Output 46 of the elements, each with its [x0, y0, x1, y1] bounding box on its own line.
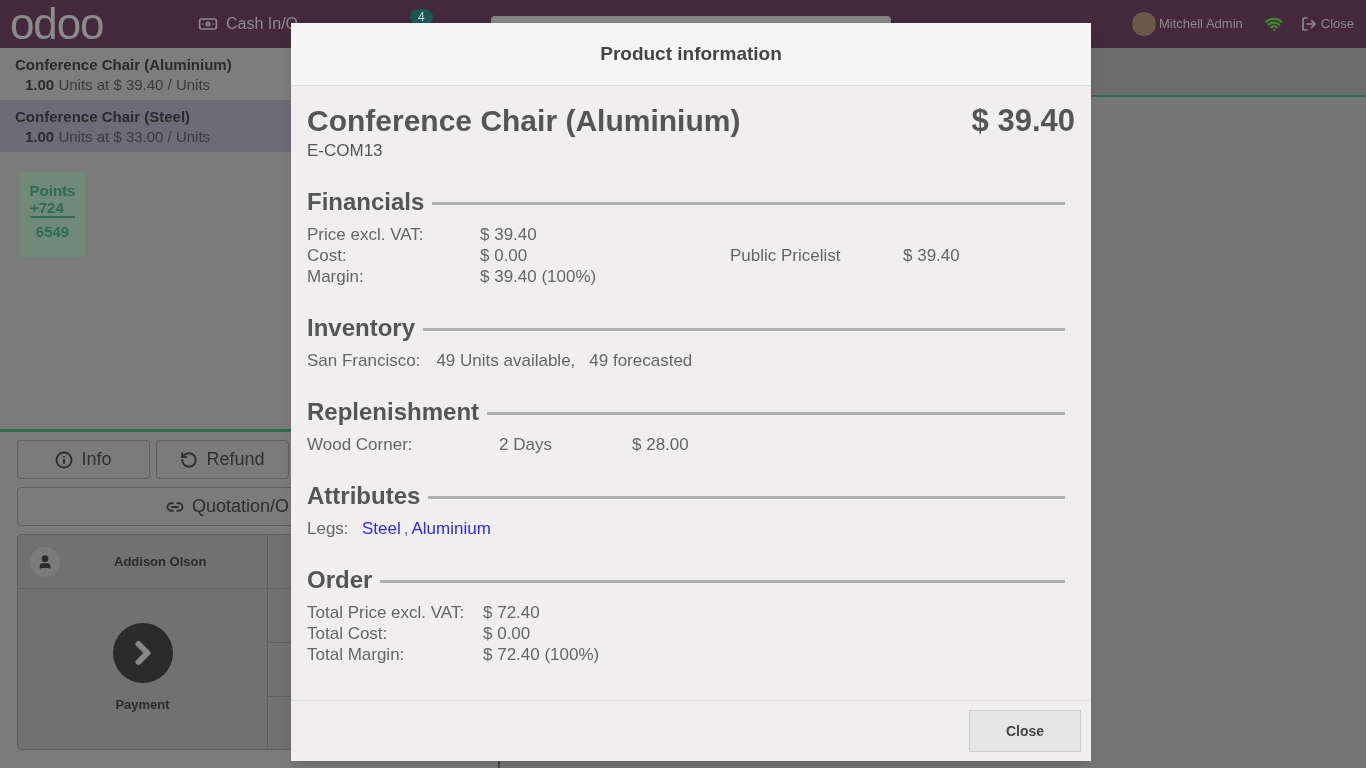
payment-button[interactable]: Payment	[18, 589, 267, 749]
order-line-detail: 1.00 Units at $ 39.40 / Units	[25, 75, 212, 95]
pricelist-name: Public Pricelist	[730, 245, 842, 267]
order-total-value: $ 72.40 (100%)	[483, 644, 601, 665]
close-button[interactable]: Close	[969, 710, 1081, 752]
pricelist-price: $ 39.40	[903, 245, 960, 267]
order-total-label: Total Price excl. VAT:	[307, 602, 466, 623]
user-name: Mitchell Admin	[1158, 15, 1243, 34]
section-title: Financials	[307, 191, 425, 212]
financial-value: $ 0.00	[480, 245, 529, 266]
section-title: Order	[307, 569, 373, 590]
points-added: +724	[30, 199, 75, 218]
control-button[interactable]: Info	[17, 440, 150, 479]
order-total-label: Total Cost:	[307, 623, 389, 644]
vendor-name: Wood Corner:	[307, 434, 414, 455]
lead-time: 2 Days	[499, 434, 553, 455]
avatar	[1131, 12, 1156, 36]
customer-button[interactable]: Addison Olson	[18, 535, 267, 589]
warehouse-name: San Francisco:	[307, 350, 421, 371]
points-label: Points	[29, 182, 76, 199]
order-line-name: Conference Chair (Steel)	[15, 108, 191, 126]
order-total-label: Total Margin:	[307, 644, 406, 665]
financial-label: Price excl. VAT:	[307, 224, 425, 245]
exit-icon	[1300, 16, 1317, 32]
vendor-price: $ 28.00	[632, 434, 689, 455]
order-line-name: Conference Chair (Aluminium)	[15, 56, 232, 74]
order-total-value: $ 0.00	[483, 623, 532, 644]
units-forecasted: 49 forecasted	[589, 350, 693, 371]
units-available: 49 Units available,	[436, 350, 576, 371]
order-total-value: $ 72.40	[483, 602, 541, 623]
odoo-logo: odoo	[10, 2, 105, 46]
financial-label: Margin:	[307, 266, 365, 287]
undo-icon	[180, 450, 199, 469]
dialog-title: Product information	[600, 41, 782, 66]
financial-value: $ 39.40 (100%)	[480, 266, 598, 287]
info-icon	[55, 450, 74, 469]
order-line-detail: 1.00 Units at $ 33.00 / Units	[25, 127, 212, 147]
section-title: Attributes	[307, 485, 421, 506]
product-price: $ 39.40	[971, 102, 1075, 140]
financial-label: Cost:	[307, 245, 348, 266]
customer-avatar-icon	[30, 546, 60, 577]
financial-value: $ 39.40	[480, 224, 538, 245]
control-button[interactable]: Refund	[156, 440, 289, 479]
points-total: 6549	[35, 222, 70, 242]
wifi-icon	[1264, 15, 1283, 33]
close-session-button[interactable]: Close	[1300, 14, 1354, 34]
